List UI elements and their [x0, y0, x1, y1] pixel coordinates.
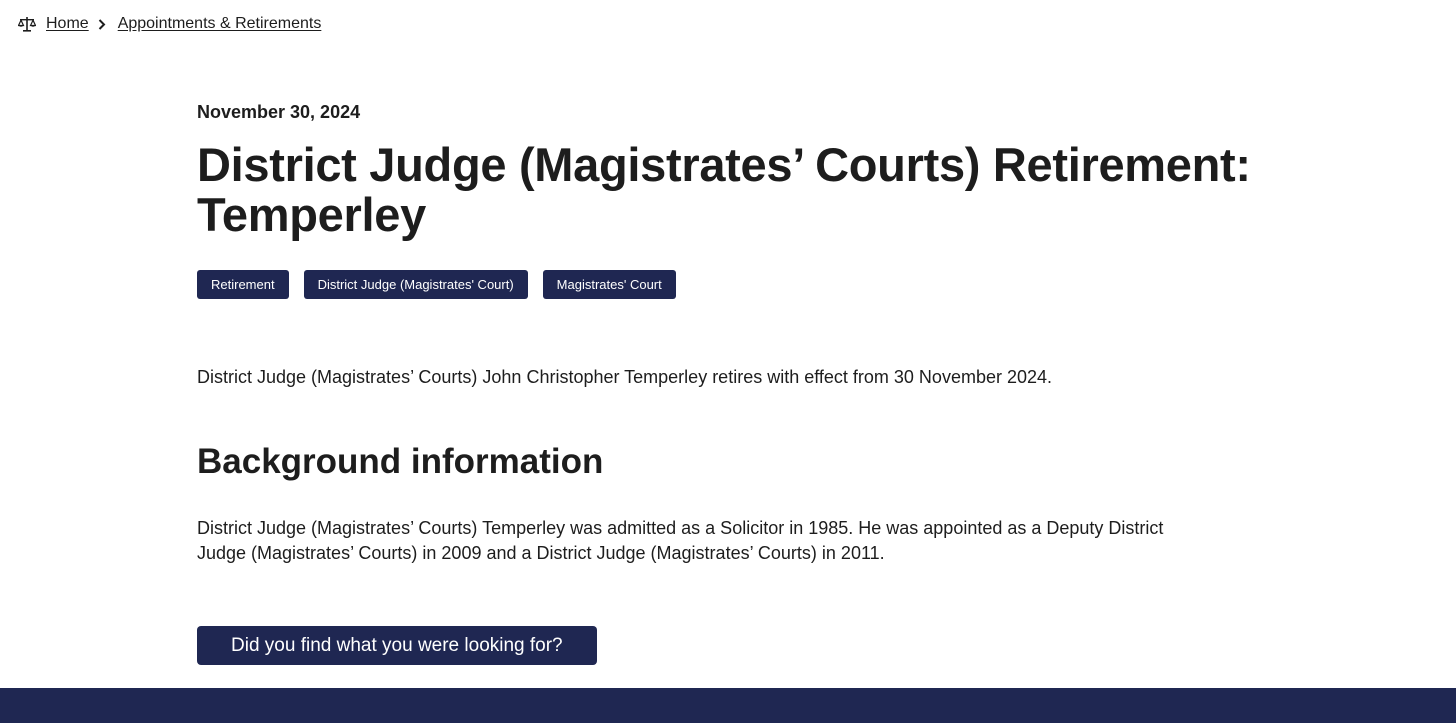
breadcrumb-current-link[interactable]: Appointments & Retirements — [118, 15, 322, 33]
chevron-right-icon — [98, 18, 108, 30]
article-content: November 30, 2024 District Judge (Magist… — [197, 98, 1257, 665]
tag-district-judge-magistrates-court[interactable]: District Judge (Magistrates' Court) — [303, 270, 528, 299]
tag-magistrates-court[interactable]: Magistrates' Court — [542, 270, 676, 299]
footer — [0, 688, 1456, 723]
breadcrumb: Home Appointments & Retirements — [18, 12, 321, 36]
lead-paragraph: District Judge (Magistrates’ Courts) Joh… — [197, 367, 1053, 387]
breadcrumb-home-link[interactable]: Home — [46, 15, 89, 33]
section-heading: Background information — [197, 442, 604, 481]
post-date: November 30, 2024 — [197, 102, 361, 122]
page-title: District Judge (Magistrates’ Courts) Ret… — [197, 138, 1251, 241]
tag-list: Retirement District Judge (Magistrates' … — [197, 270, 1257, 299]
body-paragraph: District Judge (Magistrates’ Courts) Tem… — [197, 518, 1164, 563]
scales-of-justice-icon[interactable] — [18, 15, 36, 33]
feedback-button[interactable]: Did you find what you were looking for? — [197, 626, 597, 665]
tag-retirement[interactable]: Retirement — [197, 270, 289, 299]
